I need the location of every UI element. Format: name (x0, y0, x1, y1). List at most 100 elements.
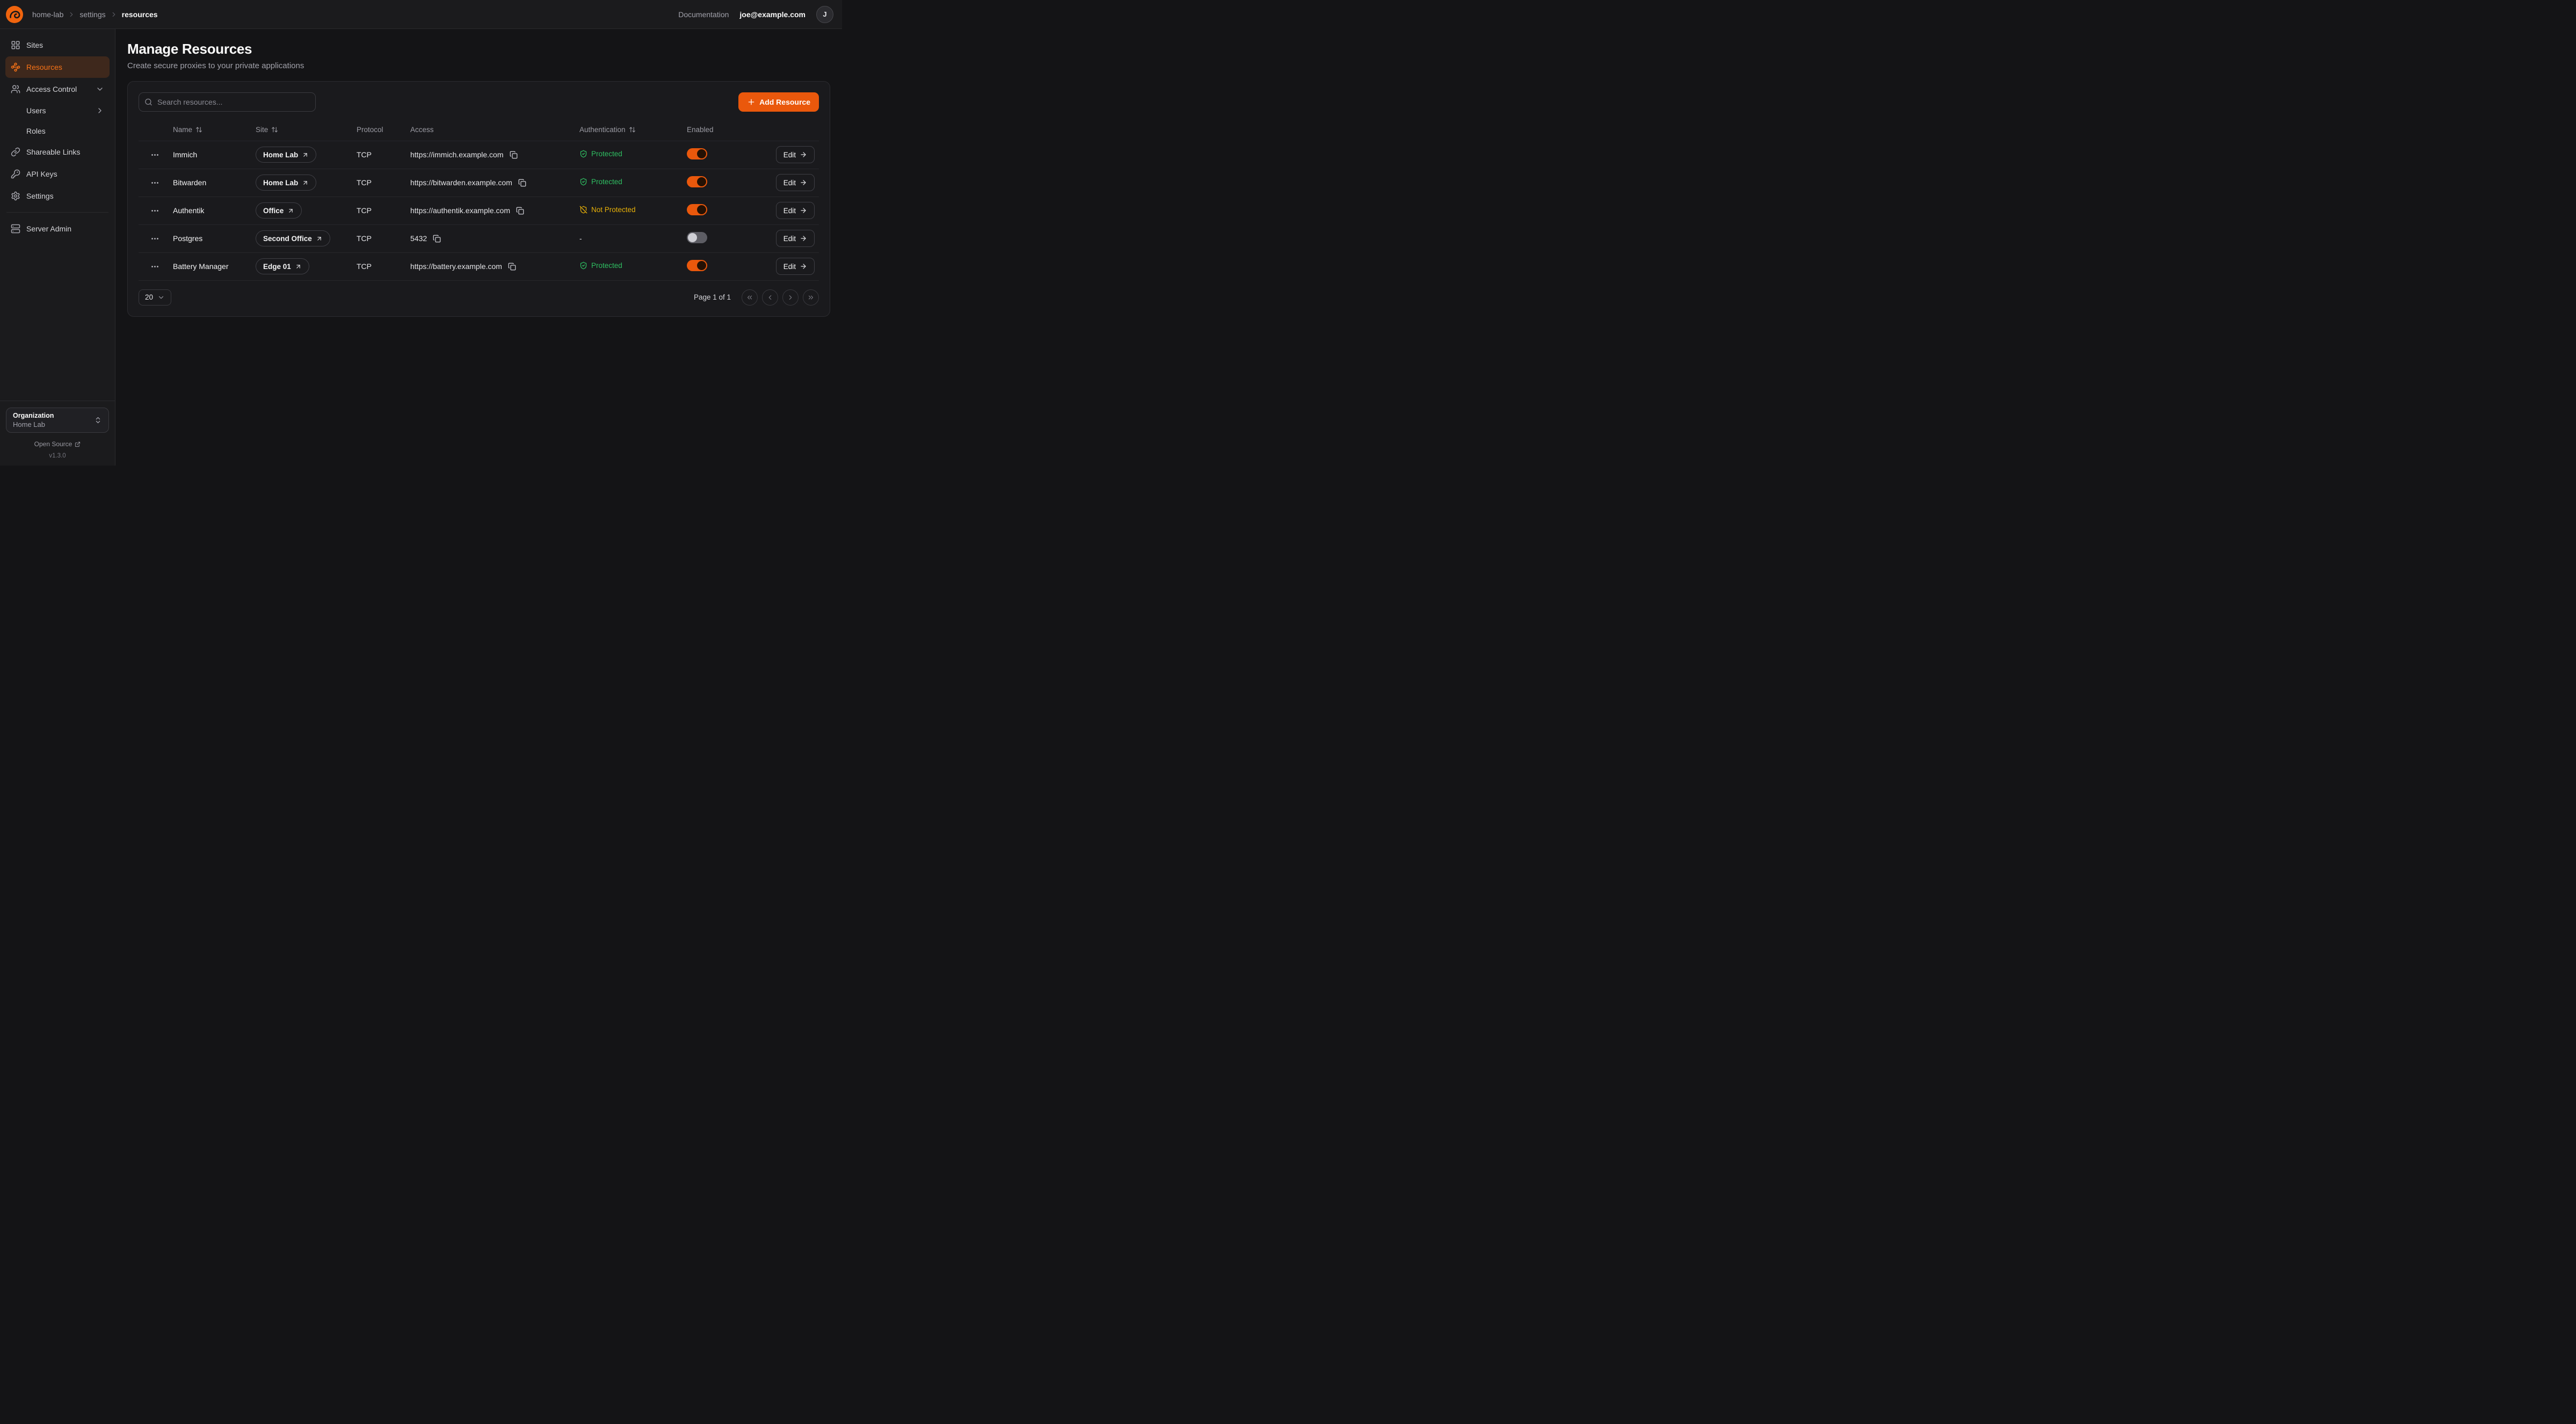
last-page-button[interactable] (803, 289, 819, 306)
users-icon (11, 84, 20, 94)
edit-button[interactable]: Edit (776, 174, 815, 191)
server-icon (11, 224, 20, 234)
plus-icon (747, 98, 756, 106)
enabled-toggle[interactable] (687, 148, 707, 159)
row-menu-button[interactable] (147, 176, 163, 190)
toggle-knob (697, 177, 706, 186)
site-link-button[interactable]: Home Lab (256, 175, 316, 191)
site-link-button[interactable]: Second Office (256, 230, 330, 246)
copy-icon (508, 263, 516, 271)
waypoints-icon (11, 62, 20, 72)
sidebar-footer: Organization Home Lab Open Source v1.3.0 (0, 401, 115, 466)
copy-icon (510, 151, 518, 159)
copy-button[interactable] (432, 234, 442, 244)
sidebar-item-users[interactable]: Users (5, 100, 110, 120)
shield-off-icon (579, 206, 587, 214)
enabled-toggle[interactable] (687, 232, 707, 243)
resource-table: Name Site Protocol Access Authentication… (139, 119, 819, 281)
row-menu-button[interactable] (147, 148, 163, 162)
breadcrumb-settings[interactable]: settings (79, 10, 105, 19)
breadcrumb-resources: resources (122, 10, 158, 19)
sidebar-item-server-admin[interactable]: Server Admin (5, 218, 110, 239)
shield-check-icon (579, 150, 587, 158)
table-row: Bitwarden Home Lab TCP https://bitwarden… (139, 169, 819, 197)
prev-page-button[interactable] (762, 289, 778, 306)
chevron-right-icon (96, 106, 104, 115)
sidebar-item-access-control[interactable]: Access Control (5, 78, 110, 100)
search-input[interactable] (139, 92, 316, 112)
edit-button[interactable]: Edit (776, 230, 815, 247)
first-page-button[interactable] (742, 289, 758, 306)
external-link-icon (287, 207, 294, 214)
resource-name: Postgres (173, 234, 202, 243)
sort-icon[interactable] (271, 126, 278, 133)
next-page-button[interactable] (782, 289, 799, 306)
chevrons-up-down-icon (94, 416, 102, 424)
protocol-value: TCP (357, 262, 372, 271)
enabled-toggle[interactable] (687, 204, 707, 215)
resource-name: Authentik (173, 206, 204, 215)
enabled-toggle[interactable] (687, 176, 707, 187)
sort-icon[interactable] (195, 126, 202, 133)
search-wrap (139, 92, 316, 112)
table-row: Battery Manager Edge 01 TCP https://batt… (139, 252, 819, 280)
protocol-value: TCP (357, 234, 372, 243)
card-footer: 20 Page 1 of 1 (139, 289, 819, 306)
site-link-button[interactable]: Edge 01 (256, 258, 309, 274)
sort-icon[interactable] (629, 126, 636, 133)
copy-icon (516, 207, 524, 215)
breadcrumb-home-lab[interactable]: home-lab (32, 10, 63, 19)
external-link-icon (75, 441, 81, 447)
topbar: home-lab settings resources Documentatio… (0, 0, 842, 29)
open-source-link[interactable]: Open Source (6, 440, 109, 448)
avatar[interactable]: J (816, 6, 833, 23)
sidebar-nav: Sites Resources Access Control Users (0, 29, 115, 245)
toggle-knob (697, 149, 706, 158)
add-resource-button[interactable]: Add Resource (738, 92, 819, 112)
auth-badge: - (579, 235, 582, 243)
access-value: https://authentik.example.com (410, 206, 510, 215)
documentation-link[interactable]: Documentation (678, 10, 729, 19)
header-name: Name (173, 126, 192, 134)
copy-button[interactable] (509, 150, 519, 160)
copy-button[interactable] (507, 261, 517, 272)
resource-name: Battery Manager (173, 262, 229, 271)
table-row: Authentik Office TCP https://authentik.e… (139, 197, 819, 224)
card-toolbar: Add Resource (139, 92, 819, 112)
gear-icon (11, 191, 20, 201)
sidebar-item-api-keys[interactable]: API Keys (5, 163, 110, 185)
auth-label: Protected (591, 178, 622, 186)
header-site: Site (256, 126, 268, 134)
table-row: Immich Home Lab TCP https://immich.examp… (139, 141, 819, 169)
copy-button[interactable] (515, 206, 525, 216)
sidebar: Sites Resources Access Control Users (0, 29, 115, 466)
chevron-right-icon (68, 11, 75, 18)
sidebar-item-roles[interactable]: Roles (5, 121, 110, 141)
shield-check-icon (579, 178, 587, 186)
toggle-knob (688, 233, 697, 242)
copy-button[interactable] (517, 178, 527, 188)
edit-button[interactable]: Edit (776, 146, 815, 163)
auth-label: - (579, 235, 582, 243)
app-logo[interactable] (5, 5, 24, 24)
chevron-right-icon (110, 11, 118, 18)
edit-button[interactable]: Edit (776, 258, 815, 275)
key-icon (11, 169, 20, 179)
site-link-button[interactable]: Home Lab (256, 147, 316, 163)
sidebar-item-resources[interactable]: Resources (5, 56, 110, 78)
chevron-down-icon (157, 294, 165, 301)
external-link-icon (302, 179, 309, 186)
sidebar-item-settings[interactable]: Settings (5, 185, 110, 207)
enabled-toggle[interactable] (687, 260, 707, 271)
row-menu-button[interactable] (147, 204, 163, 217)
page-size-select[interactable]: 20 (139, 289, 171, 306)
edit-button[interactable]: Edit (776, 202, 815, 219)
site-link-button[interactable]: Office (256, 202, 302, 219)
user-email[interactable]: joe@example.com (739, 10, 806, 19)
row-menu-button[interactable] (147, 260, 163, 273)
row-menu-button[interactable] (147, 232, 163, 245)
sidebar-item-sites[interactable]: Sites (5, 34, 110, 56)
sidebar-item-shareable-links[interactable]: Shareable Links (5, 141, 110, 163)
page-info: Page 1 of 1 (694, 293, 731, 301)
organization-selector[interactable]: Organization Home Lab (6, 408, 109, 433)
